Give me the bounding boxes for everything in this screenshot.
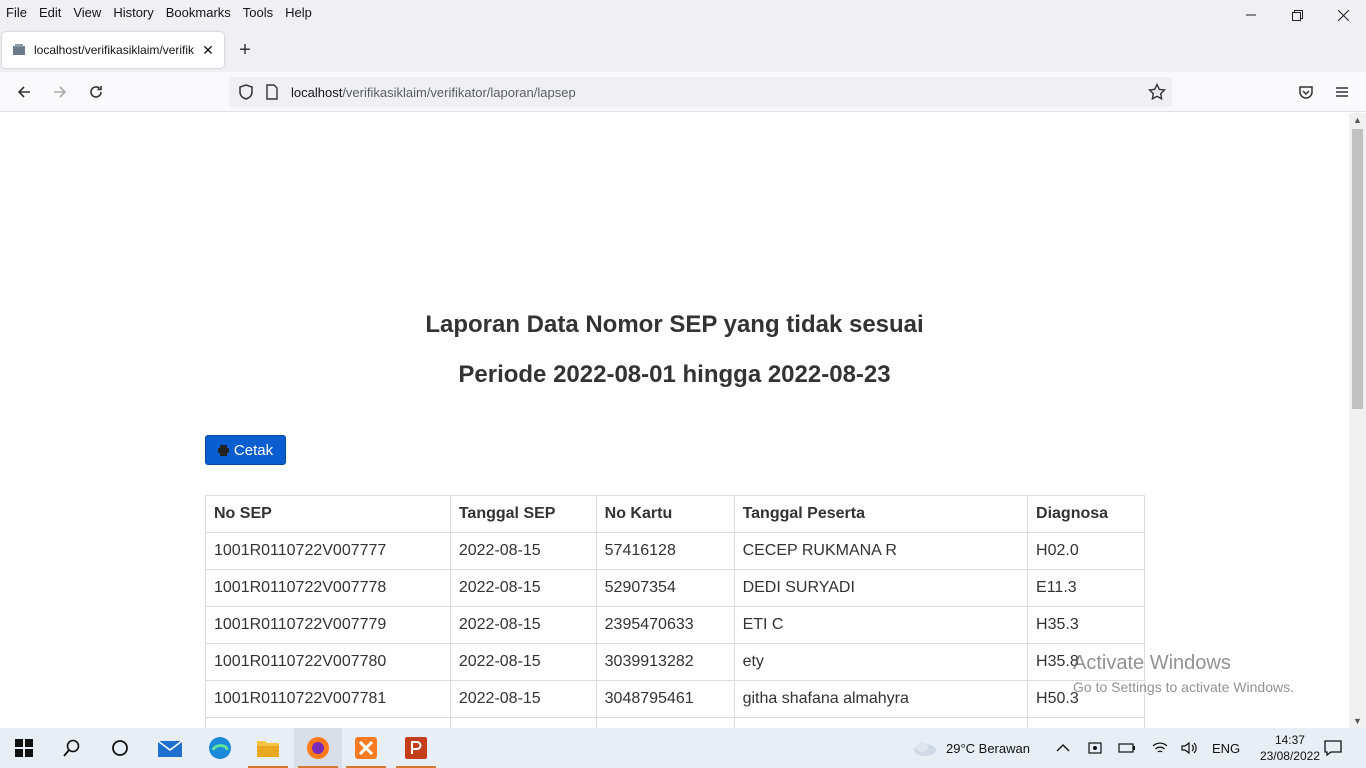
task-view-icon[interactable]	[96, 728, 144, 768]
pocket-icon[interactable]	[1294, 80, 1318, 104]
scroll-up-icon[interactable]: ▲	[1353, 115, 1362, 125]
scroll-down-icon[interactable]: ▼	[1353, 716, 1362, 726]
cell-tanggal-peserta: ETI C	[733, 606, 1029, 644]
col-header-tanggal-peserta: Tanggal Peserta	[733, 495, 1029, 533]
menu-bookmarks[interactable]: Bookmarks	[160, 3, 237, 23]
cell-tanggal-sep: 2022-08-15	[449, 643, 597, 681]
cell-tanggal-peserta: CECEP RUKMANA R	[733, 532, 1029, 570]
cell-diagnosa: E11.3	[1027, 569, 1145, 607]
tab-close-icon[interactable]: ✕	[200, 42, 216, 59]
col-header-no-sep: No SEP	[205, 495, 451, 533]
page-info-icon[interactable]	[265, 84, 279, 100]
cell-tanggal-sep: 2022-08-15	[449, 569, 597, 607]
menu-help[interactable]: Help	[279, 3, 318, 23]
forward-icon[interactable]	[48, 80, 72, 104]
edge-browser-icon[interactable]	[196, 728, 244, 768]
printer-icon	[217, 444, 229, 456]
tab-strip: localhost/verifikasiklaim/verifik ✕ +	[0, 26, 1366, 72]
menu-tools[interactable]: Tools	[237, 3, 279, 23]
address-bar[interactable]: localhost/verifikasiklaim/verifikator/la…	[229, 77, 1172, 107]
url-path: /verifikasiklaim/verifikator/laporan/lap…	[342, 84, 576, 100]
cell-no-kartu: 52907354	[595, 569, 735, 607]
table-row: 1001R0110722V007778 2022-08-15 52907354 …	[205, 569, 1145, 607]
cell-no-sep: 1001R0110722V007778	[205, 569, 451, 607]
powerpoint-icon[interactable]	[392, 728, 440, 768]
cell-no-sep: 1001R0110722V007781	[205, 680, 451, 718]
cell-no-kartu: 2395470633	[595, 606, 735, 644]
firefox-icon[interactable]	[294, 728, 342, 768]
report-period: Periode 2022-08-01 hingga 2022-08-23	[458, 361, 891, 388]
url-host: localhost	[291, 84, 343, 100]
cell-tanggal-peserta: ety	[733, 643, 1029, 681]
xampp-icon[interactable]	[342, 728, 390, 768]
col-header-diagnosa: Diagnosa	[1027, 495, 1145, 533]
clock-date: 23/08/2022	[1259, 749, 1320, 763]
meet-now-icon[interactable]	[1088, 728, 1102, 768]
hamburger-menu-icon[interactable]	[1330, 80, 1354, 104]
cloud-icon	[914, 742, 936, 756]
file-explorer-icon[interactable]	[244, 728, 292, 768]
watermark-subtitle: Go to Settings to activate Windows.	[1073, 679, 1294, 695]
tracking-shield-icon[interactable]	[237, 83, 255, 101]
clock-time: 14:37	[1274, 733, 1305, 747]
menu-edit[interactable]: Edit	[33, 3, 67, 23]
print-button[interactable]: Cetak	[205, 435, 286, 465]
new-tab-button[interactable]: +	[234, 40, 256, 62]
cell-tanggal-sep: 2022-08-15	[449, 532, 597, 570]
mail-icon[interactable]	[146, 728, 194, 768]
table-row: 1001R0110722V007781 2022-08-15 304879546…	[205, 680, 1145, 718]
navigation-bar: localhost/verifikasiklaim/verifikator/la…	[0, 72, 1366, 112]
cell-no-kartu: 3048795461	[595, 680, 735, 718]
cell-tanggal-sep: 2022-08-15	[449, 680, 597, 718]
menu-view[interactable]: View	[67, 3, 107, 23]
col-header-tanggal-sep: Tanggal SEP	[449, 495, 597, 533]
table-header-row: No SEP Tanggal SEP No Kartu Tanggal Pese…	[205, 495, 1145, 533]
vertical-scrollbar[interactable]: ▲ ▼	[1349, 113, 1366, 728]
back-icon[interactable]	[12, 80, 36, 104]
bookmark-star-icon[interactable]	[1148, 83, 1166, 101]
weather-widget[interactable]: 29°C Berawan	[912, 728, 1030, 768]
reload-icon[interactable]	[84, 80, 108, 104]
page-favicon-icon	[13, 44, 25, 55]
table-row: 1001R0110722V007777 2022-08-15 57416128 …	[205, 532, 1145, 570]
cell-diagnosa: H35.3	[1027, 606, 1145, 644]
print-label: Cetak	[233, 441, 274, 459]
windows-taskbar: 29°C Berawan ENG 14:37 23/08/2022	[0, 728, 1366, 768]
activate-windows-watermark: Activate Windows Go to Settings to activ…	[1073, 652, 1294, 695]
col-header-no-kartu: No Kartu	[595, 495, 735, 533]
cell-no-sep: 1001R0110722V007779	[205, 606, 451, 644]
show-hidden-icons[interactable]	[1056, 728, 1070, 768]
menu-file[interactable]: File	[0, 3, 33, 23]
cell-diagnosa: H02.0	[1027, 532, 1145, 570]
cell-no-kartu: 3039913282	[595, 643, 735, 681]
watermark-title: Activate Windows	[1073, 652, 1231, 674]
weather-text: 29°C Berawan	[946, 740, 1030, 756]
cell-tanggal-peserta: githa shafana almahyra	[733, 680, 1029, 718]
cell-no-sep: 1001R0110722V007780	[205, 643, 451, 681]
tab-title: localhost/verifikasiklaim/verifik	[34, 43, 195, 57]
page-title: Laporan Data Nomor SEP yang tidak sesuai	[425, 311, 924, 338]
table-row: 1001R0110722V007780 2022-08-15 303991328…	[205, 643, 1145, 681]
url-text[interactable]: localhost/verifikasiklaim/verifikator/la…	[291, 85, 576, 100]
menu-bar: File Edit View History Bookmarks Tools H…	[0, 0, 1366, 26]
scrollbar-thumb[interactable]	[1352, 129, 1363, 409]
wifi-icon[interactable]	[1152, 728, 1168, 768]
table-row: 1001R0110722V007779 2022-08-15 239547063…	[205, 606, 1145, 644]
cell-tanggal-peserta: DEDI SURYADI	[733, 569, 1029, 607]
language-indicator[interactable]: ENG	[1212, 728, 1240, 768]
notification-icon[interactable]	[1324, 728, 1342, 768]
menu-history[interactable]: History	[107, 3, 159, 23]
sep-report-table: No SEP Tanggal SEP No Kartu Tanggal Pese…	[205, 495, 1145, 755]
start-windows-icon[interactable]	[0, 728, 48, 768]
cell-no-kartu: 57416128	[595, 532, 735, 570]
browser-tab[interactable]: localhost/verifikasiklaim/verifik ✕	[2, 32, 224, 68]
battery-icon[interactable]	[1118, 728, 1136, 768]
volume-icon[interactable]	[1181, 728, 1199, 768]
cell-no-sep: 1001R0110722V007777	[205, 532, 451, 570]
search-icon[interactable]	[48, 728, 96, 768]
cell-tanggal-sep: 2022-08-15	[449, 606, 597, 644]
system-clock[interactable]: 14:37 23/08/2022	[1260, 732, 1320, 764]
